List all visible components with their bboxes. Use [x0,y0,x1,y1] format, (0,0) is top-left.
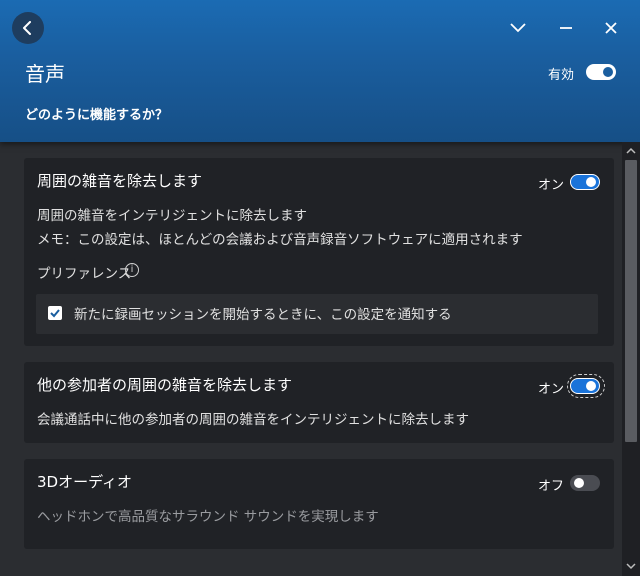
scrollbar[interactable] [622,142,640,576]
collapse-button[interactable] [508,18,528,38]
card-note: メモ：この設定は、ほとんどの会議および音声録音ソフトウェアに適用されます [37,232,523,248]
card-description: ヘッドホンで高品質なサラウンド サウンドを実現します [37,509,379,525]
back-arrow-icon [23,21,31,35]
preference-label: プリファレンス [37,266,132,282]
participant-noise-card: 他の参加者の周囲の雑音を除去します オン 会議通話中に他の参加者の周囲の雑音をイ… [24,362,614,443]
checkmark-icon [50,309,60,318]
close-icon [605,22,617,34]
3d-audio-toggle[interactable] [570,475,600,491]
settings-list: 周囲の雑音を除去します オン 周囲の雑音をインテリジェントに除去します メモ：こ… [0,142,622,576]
how-it-works-link[interactable]: どのように機能するか？ [25,104,168,123]
notify-checkbox[interactable] [48,306,62,320]
toggle-knob [586,177,596,187]
minimize-button[interactable] [556,18,576,38]
scroll-down-icon[interactable] [625,560,637,572]
card-title: 他の参加者の周囲の雑音を除去します [37,376,293,394]
toggle-state-label: オン [538,382,565,397]
close-button[interactable] [601,18,621,38]
card-title: 周囲の雑音を除去します [37,172,203,190]
chevron-down-icon [510,23,526,33]
noise-removal-toggle[interactable] [570,174,600,190]
notify-setting-row: 新たに録画セッションを開始するときに、この設定を通知する [36,294,598,334]
notify-label: 新たに録画セッションを開始するときに、この設定を通知する [74,307,452,323]
enabled-label: 有効 [548,68,575,83]
back-button[interactable] [12,12,44,44]
toggle-state-label: オフ [538,479,565,494]
page-title: 音声 [25,62,65,86]
header-bar: 音声 どのように機能するか？ 有効 [0,0,640,142]
scroll-up-icon[interactable] [625,145,637,157]
toggle-state-label: オン [538,178,565,193]
focus-ring [567,374,605,398]
card-description: 周囲の雑音をインテリジェントに除去します [37,208,307,224]
minimize-icon [560,27,572,29]
card-title: 3Dオーディオ [37,473,133,491]
3d-audio-card: 3Dオーディオ オフ ヘッドホンで高品質なサラウンド サウンドを実現します [24,459,614,549]
card-description: 会議通話中に他の参加者の周囲の雑音をインテリジェントに除去します [37,412,469,428]
scrollbar-thumb[interactable] [625,160,637,442]
info-icon[interactable]: i [125,263,139,277]
noise-removal-card: 周囲の雑音を除去します オン 周囲の雑音をインテリジェントに除去します メモ：こ… [24,158,614,346]
enabled-toggle[interactable] [586,64,616,80]
toggle-knob [574,478,584,488]
toggle-knob [603,67,613,77]
